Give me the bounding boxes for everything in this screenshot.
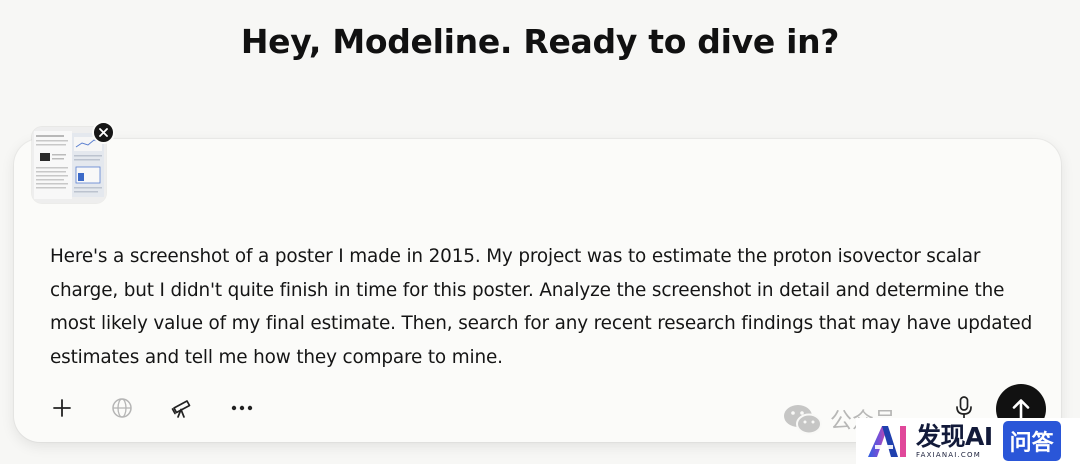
close-icon bbox=[99, 128, 108, 137]
plus-icon bbox=[53, 399, 71, 417]
wechat-icon bbox=[784, 405, 822, 435]
add-button[interactable] bbox=[48, 394, 76, 422]
brand-text: 发现AI FAXIANAI.COM bbox=[916, 424, 993, 459]
brand-name: 发现AI bbox=[916, 421, 993, 451]
microphone-icon bbox=[956, 396, 972, 420]
more-options-button[interactable] bbox=[228, 394, 256, 422]
telescope-icon bbox=[171, 400, 191, 418]
chat-home-page: Hey, Modeline. Ready to dive in? Here's … bbox=[0, 0, 1080, 464]
remove-attachment-button[interactable] bbox=[92, 121, 115, 144]
faxianai-logo-icon bbox=[868, 426, 906, 457]
greeting-heading: Hey, Modeline. Ready to dive in? bbox=[240, 22, 840, 61]
faxianai-badge: 发现AI FAXIANAI.COM 问答 bbox=[856, 418, 1080, 464]
brand-tag: 问答 bbox=[1002, 421, 1061, 461]
web-search-button[interactable] bbox=[108, 394, 136, 422]
deep-research-button[interactable] bbox=[168, 394, 196, 422]
ellipsis-icon bbox=[231, 405, 253, 411]
brand-domain: FAXIANAI.COM bbox=[916, 450, 981, 459]
message-text[interactable]: Here's a screenshot of a poster I made i… bbox=[50, 240, 1040, 374]
globe-icon bbox=[112, 398, 132, 418]
arrow-up-icon bbox=[1012, 399, 1030, 420]
